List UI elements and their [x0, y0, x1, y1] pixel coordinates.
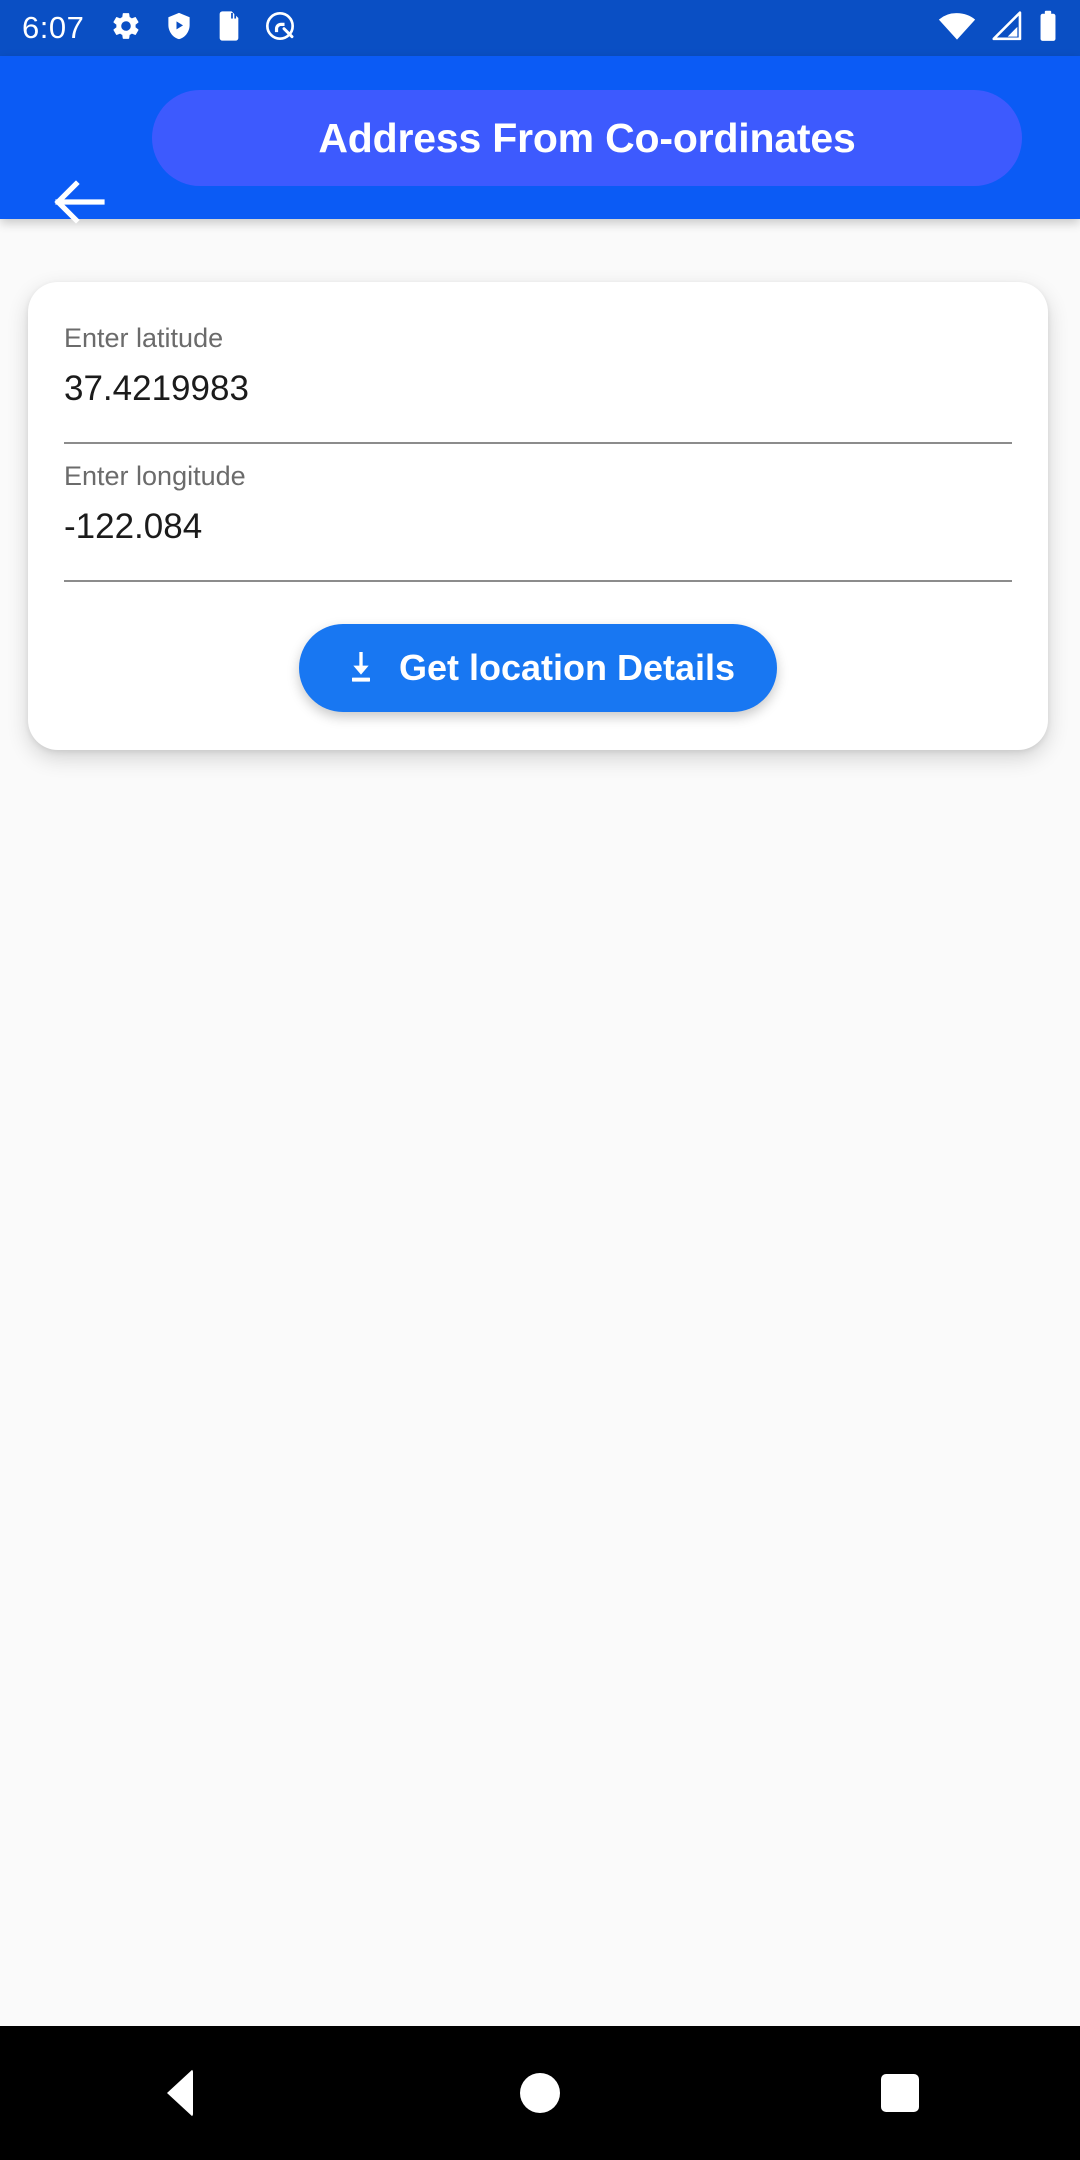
app-bar: Address From Co-ordinates	[0, 56, 1080, 224]
sd-card-icon	[216, 10, 242, 47]
play-protect-shield-icon	[164, 10, 194, 47]
back-button[interactable]	[40, 164, 120, 244]
get-location-details-label: Get location Details	[398, 647, 736, 689]
home-circle-icon	[520, 2073, 560, 2113]
status-bar: 6:07	[0, 0, 1080, 56]
coordinates-form-card: Enter latitude 37.4219983 Enter longitud…	[28, 282, 1048, 751]
status-bar-system-icons	[938, 10, 1058, 47]
battery-icon	[1038, 10, 1058, 47]
longitude-underline	[64, 580, 1012, 583]
get-location-details-button[interactable]: Get location Details	[298, 624, 778, 713]
nav-back-button[interactable]	[80, 2026, 280, 2160]
wifi-icon	[938, 11, 976, 46]
nav-home-button[interactable]	[440, 2026, 640, 2160]
longitude-input[interactable]: -122.084	[64, 492, 1012, 581]
status-bar-clock: 6:07	[22, 10, 85, 45]
page-title: Address From Co-ordinates	[318, 114, 856, 161]
app-title-pill: Address From Co-ordinates	[152, 90, 1022, 186]
quick-capture-icon	[264, 10, 296, 47]
download-icon	[341, 647, 381, 690]
submit-row: Get location Details	[64, 582, 1012, 716]
gear-icon	[110, 10, 142, 47]
longitude-label: Enter longitude	[64, 461, 246, 492]
status-bar-notification-icons	[110, 10, 296, 47]
latitude-field[interactable]: Enter latitude 37.4219983	[64, 306, 1012, 445]
arrow-left-icon	[52, 178, 108, 231]
app-screen: 6:07 Address From Co-ordinates Enter lat…	[0, 0, 1080, 2160]
latitude-label: Enter latitude	[64, 323, 224, 353]
latitude-input[interactable]: 37.4219983	[64, 354, 1012, 443]
recents-square-icon	[881, 2074, 919, 2112]
cellular-signal-icon	[990, 10, 1024, 46]
nav-recents-button[interactable]	[800, 2026, 1000, 2160]
longitude-field[interactable]: Enter longitude -122.084	[64, 444, 1012, 583]
android-navigation-bar	[0, 2026, 1080, 2160]
back-triangle-icon	[167, 2069, 193, 2117]
